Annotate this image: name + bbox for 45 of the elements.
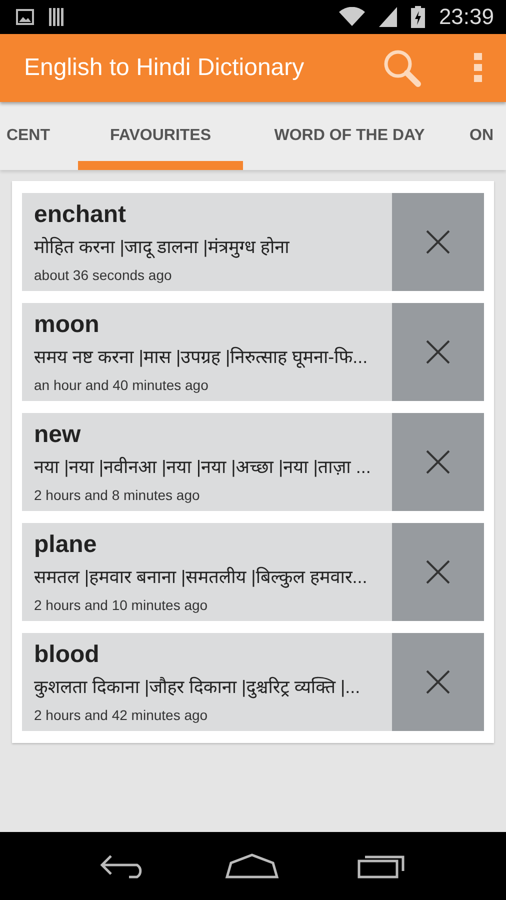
bars-icon <box>48 8 66 26</box>
remove-button[interactable] <box>392 633 484 731</box>
time-text: an hour and 40 minutes ago <box>34 377 210 393</box>
tab[interactable]: CENT <box>0 102 78 170</box>
close-icon <box>426 670 450 694</box>
remove-button[interactable] <box>392 523 484 621</box>
time-text: 2 hours and 10 minutes ago <box>34 597 209 613</box>
meaning-text: समतल |हमवार बनाना |समतलीय |बिल्कुल हमवार... <box>34 567 368 590</box>
wifi-icon <box>338 7 365 27</box>
meaning-text: नया |नया |नवीनआ |नया |नया |अच्छा |नया |ताज़ा ... <box>34 457 372 479</box>
word-text: moon <box>34 311 100 339</box>
battery-icon <box>410 6 425 28</box>
search-icon[interactable] <box>382 48 422 88</box>
signal-icon <box>378 7 397 27</box>
clock-time: 23:39 <box>438 4 494 30</box>
favourite-row[interactable]: blood कुशलता दिकाना |जौहर दिकाना |दुश्चरिट्र व्यक्ति |... 2 hours and 42 minutes ago <box>22 633 484 731</box>
word-text: new <box>34 421 82 449</box>
close-icon <box>426 340 450 364</box>
close-icon <box>426 450 450 474</box>
word-text: plane <box>34 531 98 559</box>
home-icon[interactable] <box>225 853 279 879</box>
app-title: English to Hindi Dictionary <box>24 54 306 82</box>
meaning-text: समय नष्ट करना |मास |उपग्रह |निरुत्साह घूमना-फि... <box>34 347 369 370</box>
favourite-row[interactable]: moon समय नष्ट करना |मास |उपग्रह |निरुत्साह घूमना-फि... an hour and 40 minutes ago <box>22 303 484 401</box>
meaning-text: कुशलता दिकाना |जौहर दिकाना |दुश्चरिट्र व्यक्ति |... <box>34 677 362 700</box>
time-text: 2 hours and 8 minutes ago <box>34 487 201 503</box>
remove-button[interactable] <box>392 303 484 401</box>
remove-button[interactable] <box>392 193 484 291</box>
time-text: about 36 seconds ago <box>34 267 173 283</box>
recents-icon[interactable] <box>357 853 407 879</box>
favourite-row[interactable]: new नया |नया |नवीनआ |नया |नया |अच्छा |नया |ताज़ा ... 2 hours and 8 minutes ago <box>22 413 484 511</box>
meaning-text: मोहित करना |जादू डालना |मंत्रमुग्ध होना <box>34 237 290 260</box>
tab[interactable]: FAVOURITES <box>78 102 243 170</box>
tab[interactable]: WORD OF THE DAY <box>243 102 456 170</box>
time-text: 2 hours and 42 minutes ago <box>34 707 209 723</box>
tab[interactable]: ON <box>456 102 506 170</box>
close-icon <box>426 230 450 254</box>
image-icon <box>16 9 34 25</box>
favourite-row[interactable]: plane समतल |हमवार बनाना |समतलीय |बिल्कुल हमवार... 2 hours and 10 minutes ago <box>22 523 484 621</box>
word-text: blood <box>34 641 100 669</box>
word-text: enchant <box>34 201 128 229</box>
remove-button[interactable] <box>392 413 484 511</box>
close-icon <box>426 560 450 584</box>
menu-icon[interactable] <box>474 53 482 83</box>
favourite-row[interactable]: enchant मोहित करना |जादू डालना |मंत्रमुग्ध होना about 36 seconds ago <box>22 193 484 291</box>
